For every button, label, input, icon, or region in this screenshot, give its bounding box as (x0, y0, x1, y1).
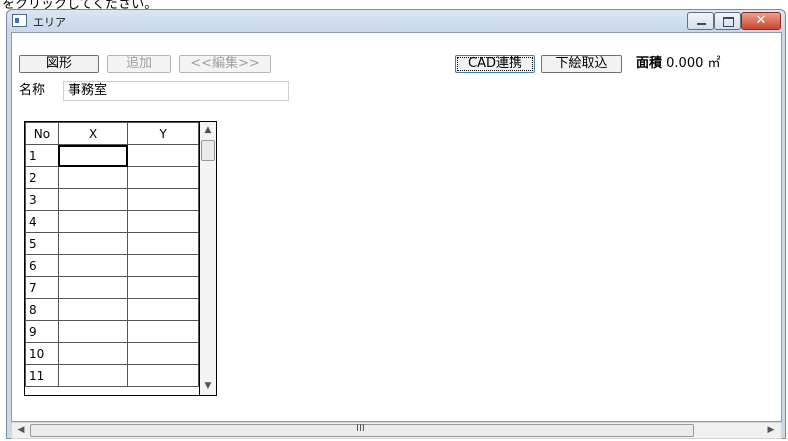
import-underlay-button[interactable]: 下絵取込 (541, 55, 622, 73)
area-value: 0.000 ㎡ (666, 56, 721, 71)
background-text: をクリックしてください。 (2, 0, 158, 9)
x-cell[interactable] (57, 342, 129, 365)
cad-link-button[interactable]: CAD連携 (455, 55, 535, 73)
row-number: 2 (25, 166, 59, 189)
area-window: エリア ✕ 図形 追加 <<編集>> CAD連携 下絵取込 面積 0.000 ㎡… (6, 9, 786, 439)
y-cell[interactable] (127, 232, 199, 255)
minimize-button[interactable] (687, 12, 714, 30)
y-cell[interactable] (127, 254, 199, 277)
y-cell[interactable] (127, 276, 199, 299)
x-cell[interactable] (57, 232, 129, 255)
row-number: 11 (25, 364, 59, 387)
row-number: 5 (25, 232, 59, 255)
area-display: 面積 0.000 ㎡ (636, 55, 721, 73)
vertical-scroll-thumb[interactable] (201, 140, 215, 161)
table-row: 3 (25, 188, 199, 211)
app-icon[interactable] (12, 14, 27, 27)
horizontal-scrollbar[interactable]: ◀ III ▶ (11, 422, 782, 439)
row-number: 1 (25, 144, 59, 167)
close-icon: ✕ (755, 13, 767, 28)
column-header-no: No (25, 122, 59, 145)
scroll-left-icon[interactable]: ◀ (14, 423, 28, 438)
x-cell[interactable] (57, 188, 129, 211)
row-number: 7 (25, 276, 59, 299)
close-button[interactable]: ✕ (741, 12, 781, 30)
maximize-icon (723, 17, 734, 27)
y-cell[interactable] (127, 188, 199, 211)
table-row: 2 (25, 166, 199, 189)
x-cell[interactable] (57, 166, 129, 189)
table-row: 11 (25, 364, 199, 387)
row-number: 6 (25, 254, 59, 277)
table-row: 5 (25, 232, 199, 255)
title-bar[interactable]: エリア ✕ (7, 10, 785, 32)
table-row: 7 (25, 276, 199, 299)
window-title: エリア (33, 16, 66, 29)
table-row: 10 (25, 342, 199, 365)
scroll-right-icon[interactable]: ▶ (764, 423, 778, 438)
name-input[interactable]: 事務室 (63, 81, 289, 101)
x-cell[interactable] (57, 144, 129, 167)
y-cell[interactable] (127, 364, 199, 387)
client-area: 図形 追加 <<編集>> CAD連携 下絵取込 面積 0.000 ㎡ 名称 事務… (11, 32, 782, 422)
row-number: 3 (25, 188, 59, 211)
column-header-x: X (57, 122, 129, 145)
x-cell[interactable] (57, 210, 129, 233)
row-number: 4 (25, 210, 59, 233)
table-row: 9 (25, 320, 199, 343)
vertical-scrollbar[interactable]: ▲ ▼ (199, 121, 217, 396)
x-cell[interactable] (57, 276, 129, 299)
grip-icon: III (356, 423, 365, 434)
maximize-button[interactable] (714, 12, 741, 30)
edit-button[interactable]: <<編集>> (179, 55, 271, 73)
table-row: 1 (25, 144, 199, 167)
name-label: 名称 (19, 83, 46, 98)
column-header-y: Y (127, 122, 199, 145)
minimize-icon (697, 23, 706, 25)
x-cell[interactable] (57, 364, 129, 387)
background-text-strip: をクリックしてください。 (0, 0, 788, 9)
y-cell[interactable] (127, 210, 199, 233)
horizontal-scroll-thumb[interactable]: III (30, 423, 694, 437)
row-number: 10 (25, 342, 59, 365)
add-button[interactable]: 追加 (107, 55, 171, 73)
area-label: 面積 (636, 56, 663, 71)
table-row: 4 (25, 210, 199, 233)
table-row: 6 (25, 254, 199, 277)
x-cell[interactable] (57, 298, 129, 321)
x-cell[interactable] (57, 254, 129, 277)
row-number: 9 (25, 320, 59, 343)
y-cell[interactable] (127, 320, 199, 343)
y-cell[interactable] (127, 342, 199, 365)
y-cell[interactable] (127, 298, 199, 321)
y-cell[interactable] (127, 166, 199, 189)
shape-button[interactable]: 図形 (19, 55, 99, 73)
table-row: 8 (25, 298, 199, 321)
x-cell[interactable] (57, 320, 129, 343)
row-number: 8 (25, 298, 59, 321)
y-cell[interactable] (127, 144, 199, 167)
coordinate-grid: No X Y 1 2 3 4 5 6 7 8 9 10 11 (24, 121, 199, 396)
scroll-up-icon[interactable]: ▲ (200, 122, 216, 139)
scroll-down-icon[interactable]: ▼ (200, 378, 216, 395)
